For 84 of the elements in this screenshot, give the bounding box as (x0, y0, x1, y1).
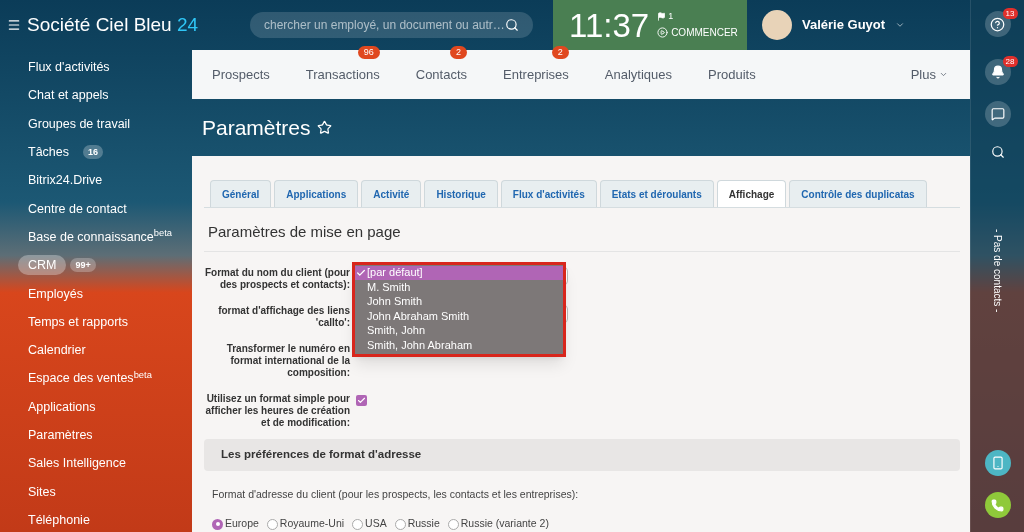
sidebar-item[interactable]: Paramètres (18, 425, 103, 445)
phone-cloud-button[interactable] (984, 450, 1011, 476)
tab[interactable]: Applications (274, 180, 359, 207)
field-label: Utilisez un format simple pour afficher les heures de création et de modification: (204, 392, 350, 429)
avatar[interactable] (762, 10, 792, 40)
sidebar-item[interactable]: Chat et appels (18, 85, 119, 106)
sidebar-item[interactable]: Bitrix24.Drive (18, 170, 113, 191)
counter-badge: 16 (83, 145, 103, 160)
sidebar-item[interactable]: Espace des ventes$^{beta}$ (18, 368, 162, 389)
bell-icon (990, 65, 1005, 79)
counter-badge: 13 (1002, 8, 1018, 19)
section-title: Paramètres de mise en page (207, 222, 402, 242)
sidebar-item[interactable]: Sites (18, 481, 66, 502)
dropdown-option[interactable]: [par défaut] (355, 265, 563, 280)
radio-option[interactable]: Russie (394, 516, 440, 532)
clock-panel[interactable]: 11:37 1 COMMENCER (553, 0, 747, 50)
radio-option[interactable]: USA (352, 516, 387, 532)
caret-icon (895, 20, 906, 30)
counter-badge: 96 (357, 46, 380, 60)
logo[interactable]: Société Ciel Bleu 24 (27, 10, 199, 40)
tab[interactable]: Contrôle des duplicatas (789, 180, 927, 207)
clock-time: 11:37 (569, 8, 650, 42)
counter-badge: 99+ (70, 258, 96, 273)
tab[interactable]: Flux d'activités (500, 180, 597, 207)
chat-icon (990, 107, 1005, 121)
sidebar-item[interactable]: Centre de contact (18, 198, 137, 219)
checkbox[interactable] (356, 394, 367, 406)
sidebar-item[interactable]: Applications (18, 396, 106, 417)
field-label: Format du nom du client (pour des prospects et contacts): (204, 266, 350, 291)
menu-icon[interactable] (7, 18, 21, 32)
contacts-note: - Pas de contacts - (991, 229, 1004, 313)
address-label: Format d'adresse du client (pour les prospects, les contacts et les entreprises): (211, 486, 580, 502)
nav-item[interactable]: Analytiques (604, 67, 673, 83)
tab[interactable]: Activité (361, 180, 422, 207)
field-label: Transformer le numéro en format international de la composition: (225, 342, 350, 379)
dropdown-option[interactable]: John Smith (355, 294, 563, 309)
star-icon[interactable] (316, 119, 332, 135)
search-icon (505, 18, 519, 32)
counter-badge: 2 (551, 46, 569, 60)
nav-item[interactable]: Produits (708, 67, 756, 83)
smartphone-icon (990, 456, 1005, 470)
sidebar-item[interactable]: Employés (18, 283, 93, 304)
radio-option[interactable]: Royaume-Uni (266, 516, 345, 532)
dropdown-option[interactable]: John Abraham Smith (355, 309, 563, 324)
search-field[interactable]: chercher un employé, un document ou autr… (250, 12, 533, 38)
counter-badge: 28 (1002, 56, 1018, 67)
sidebar-item[interactable]: Temps et rapports (18, 311, 139, 332)
dropdown-option[interactable]: Smith, John (355, 323, 563, 338)
nav-item[interactable]: Contacts (415, 67, 468, 83)
search-icon[interactable] (990, 145, 1005, 159)
nav-item[interactable]: Prospects (212, 67, 270, 83)
play-icon (657, 27, 669, 39)
sidebar-item[interactable]: Flux d'activités (18, 57, 120, 78)
tab[interactable]: Etats et déroulants (599, 180, 714, 207)
dropdown-option[interactable]: Smith, John Abraham (355, 338, 563, 353)
flag-count: 1 (668, 9, 674, 23)
sidebar-item[interactable]: Sales Intelligence (18, 453, 136, 474)
user-name[interactable]: Valérie Guyot (802, 15, 886, 35)
sidebar-item[interactable]: Groupes de travail (18, 113, 141, 134)
sidebar-item[interactable]: CRM (18, 255, 67, 276)
checkmark-icon (356, 267, 366, 278)
phone-icon (991, 498, 1004, 512)
section-header: Les préférences de format d'adresse (204, 438, 960, 471)
nav-item[interactable]: Entreprises (503, 67, 569, 83)
sidebar-item[interactable]: Téléphonie (18, 509, 100, 530)
sidebar-item[interactable]: Base de connaissance$^{beta}$ (18, 226, 182, 247)
start-label: COMMENCER (671, 26, 738, 41)
radio-option[interactable]: Russie (variante 2) (447, 516, 549, 532)
tab[interactable]: Affichage (716, 180, 787, 207)
chat-button[interactable] (984, 101, 1011, 127)
call-button[interactable] (984, 492, 1011, 518)
counter-badge: 2 (450, 46, 468, 60)
help-icon (990, 16, 1005, 32)
more-menu[interactable]: Plus (910, 64, 948, 85)
flag-icon (657, 12, 667, 21)
radio-option[interactable]: Europe (212, 516, 259, 532)
sidebar-item[interactable]: Calendrier (18, 340, 96, 361)
field-label: format d'affichage des liens 'callto': (217, 304, 350, 329)
tab[interactable]: Historique (424, 180, 498, 207)
dropdown-option[interactable]: M. Smith (355, 280, 563, 295)
page-title: Paramètres (202, 114, 311, 141)
nav-item[interactable]: Transactions (305, 67, 380, 83)
sidebar-item[interactable]: Tâches (18, 142, 79, 163)
tab[interactable]: Général (210, 180, 272, 207)
